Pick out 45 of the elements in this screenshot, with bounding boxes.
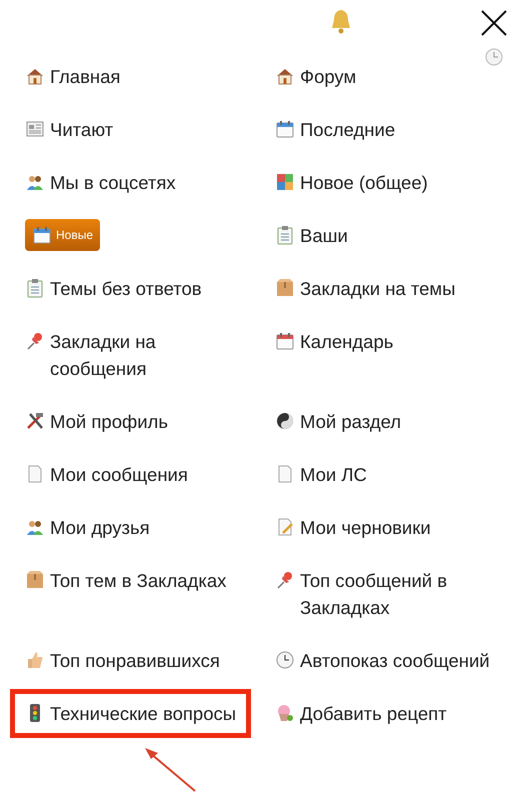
box-icon (25, 570, 45, 590)
menu-item[interactable]: Мои сообщения (25, 461, 188, 488)
cupcake-icon (275, 703, 295, 723)
house-icon (25, 66, 45, 86)
menu-item[interactable]: Топ понравившихся (25, 647, 220, 674)
menu-item[interactable]: Новые (25, 219, 100, 251)
menu-item[interactable]: Новое (общее) (275, 169, 428, 196)
menu-item[interactable]: Форум (275, 63, 356, 90)
menu-item[interactable]: Добавить рецепт (275, 700, 447, 727)
menu-item[interactable]: Главная (25, 63, 120, 90)
thumbs-up-icon (25, 650, 45, 670)
pushpin-icon (25, 331, 45, 351)
menu-item[interactable]: Мы в соцсетях (25, 169, 176, 196)
menu-item[interactable]: Ваши (275, 222, 348, 249)
clock-icon[interactable] (485, 48, 503, 66)
menu-item[interactable]: Закладки на темы (275, 275, 456, 302)
calendar-icon (275, 331, 295, 351)
colored-squares-icon (275, 172, 295, 192)
yin-yang-icon (275, 411, 295, 431)
clock-icon (275, 650, 295, 670)
clipboard-icon (25, 278, 45, 298)
menu-item[interactable]: Мой раздел (275, 408, 402, 435)
newspaper-icon (25, 119, 45, 139)
menu-item[interactable]: Читают (25, 116, 114, 143)
menu-item[interactable]: Мой профиль (25, 408, 168, 435)
menu-item[interactable]: Календарь (275, 328, 394, 355)
hammer-wrench-icon (25, 411, 45, 431)
menu-item[interactable]: Технические вопросы (25, 700, 236, 727)
house-icon (275, 66, 295, 86)
clipboard-icon (275, 225, 295, 245)
menu-item[interactable]: Мои друзья (25, 514, 150, 541)
calendar-icon (275, 119, 295, 139)
calendar-icon (32, 225, 52, 245)
menu-item[interactable]: Последние (275, 116, 396, 143)
close-button[interactable] (479, 8, 509, 38)
menu-item[interactable]: Закладки на сообщения (25, 328, 245, 382)
bell-icon[interactable] (330, 8, 352, 34)
menu-item[interactable]: Топ сообщений в Закладках (275, 567, 495, 621)
menu-item[interactable]: Темы без ответов (25, 275, 202, 302)
menu-item[interactable]: Автопоказ сообщений (275, 647, 490, 674)
box-icon (275, 278, 295, 298)
menu-item[interactable]: Мои ЛС (275, 461, 367, 488)
menu-item[interactable]: Топ тем в Закладках (25, 567, 226, 594)
menu-item[interactable]: Мои черновики (275, 514, 431, 541)
pushpin-icon (275, 570, 295, 590)
